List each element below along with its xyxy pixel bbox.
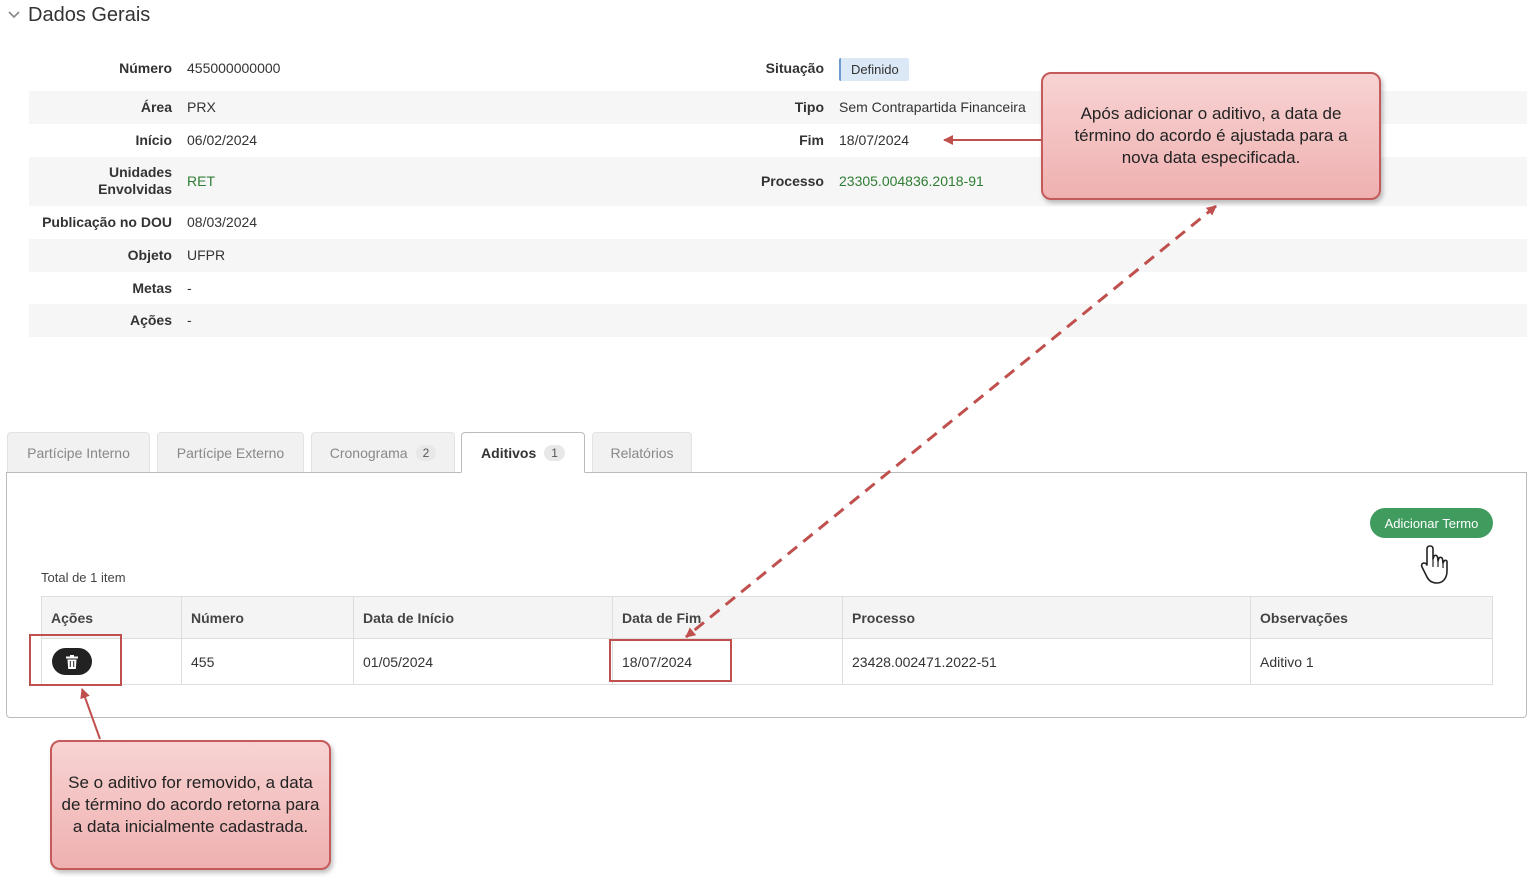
situacao-label: Situação bbox=[765, 60, 824, 76]
info-row-acoes: Ações - bbox=[29, 304, 1527, 337]
table-header-row: Ações Número Data de Início Data de Fim … bbox=[41, 596, 1493, 639]
tab-count-badge: 2 bbox=[415, 444, 437, 461]
area-value: PRX bbox=[187, 99, 216, 115]
column-header-data-fim[interactable]: Data de Fim bbox=[612, 596, 843, 639]
callout-bottom-text: Se o aditivo for removido, a data de tér… bbox=[61, 773, 320, 836]
section-title: Dados Gerais bbox=[28, 3, 151, 26]
unidades-value[interactable]: RET bbox=[187, 173, 215, 190]
column-header-observacoes[interactable]: Observações bbox=[1250, 596, 1493, 639]
acoes-label: Ações bbox=[129, 312, 172, 328]
unidades-label-line1: Unidades bbox=[108, 164, 172, 180]
fim-value: 18/07/2024 bbox=[839, 132, 910, 148]
fim-label: Fim bbox=[799, 132, 824, 148]
highlight-end-date-box bbox=[609, 639, 732, 682]
inicio-label: Início bbox=[135, 132, 172, 148]
inicio-value: 06/02/2024 bbox=[187, 132, 258, 148]
tipo-label: Tipo bbox=[794, 99, 824, 115]
tab-label: Aditivos bbox=[481, 444, 537, 461]
info-row-publicacao: Publicação no DOU 08/03/2024 bbox=[29, 206, 1527, 239]
table-row: 455 01/05/2024 18/07/2024 23428.002471.2… bbox=[41, 638, 1493, 685]
tab-label: Cronograma bbox=[329, 444, 408, 461]
row-numero: 455 bbox=[181, 638, 354, 685]
callout-top-text: Após adicionar o aditivo, a data de térm… bbox=[1074, 104, 1348, 167]
unidades-label-line2: Envolvidas bbox=[98, 181, 172, 197]
callout-bottom: Se o aditivo for removido, a data de tér… bbox=[50, 740, 331, 870]
unidades-label: Unidades Envolvidas bbox=[98, 164, 172, 198]
tab-aditivos[interactable]: Aditivos 1 bbox=[461, 432, 585, 473]
objeto-value: UFPR bbox=[187, 247, 226, 263]
total-items-text: Total de 1 item bbox=[41, 570, 126, 585]
tab-count-badge: 1 bbox=[544, 444, 565, 461]
column-header-acoes[interactable]: Ações bbox=[41, 596, 182, 639]
aditivos-table: Ações Número Data de Início Data de Fim … bbox=[41, 596, 1493, 685]
tab-label: Partícipe Externo bbox=[176, 444, 285, 461]
highlight-delete-box bbox=[29, 634, 122, 686]
numero-label: Número bbox=[119, 60, 172, 76]
area-label: Área bbox=[140, 99, 172, 115]
callout-top: Após adicionar o aditivo, a data de térm… bbox=[1041, 72, 1381, 200]
tab-cronograma[interactable]: Cronograma 2 bbox=[311, 432, 455, 472]
status-badge: Definido bbox=[839, 58, 909, 81]
aditivos-panel: Adicionar Termo Total de 1 item Ações Nú… bbox=[6, 472, 1527, 718]
numero-value: 455000000000 bbox=[187, 60, 281, 76]
acoes-value: - bbox=[187, 312, 192, 328]
info-row-objeto: Objeto UFPR bbox=[29, 239, 1527, 272]
tab-participe-externo[interactable]: Partícipe Externo bbox=[157, 432, 304, 472]
chevron-down-icon bbox=[8, 11, 20, 19]
processo-label: Processo bbox=[760, 173, 824, 189]
column-header-data-inicio[interactable]: Data de Início bbox=[353, 596, 613, 639]
column-header-processo[interactable]: Processo bbox=[842, 596, 1251, 639]
tab-label: Partícipe Interno bbox=[27, 444, 130, 461]
metas-label: Metas bbox=[132, 280, 172, 296]
metas-value: - bbox=[187, 280, 192, 296]
column-header-numero[interactable]: Número bbox=[181, 596, 354, 639]
info-row-metas: Metas - bbox=[29, 272, 1527, 304]
processo-link[interactable]: 23305.004836.2018-91 bbox=[839, 173, 984, 190]
publicacao-label: Publicação no DOU bbox=[42, 214, 172, 230]
publicacao-value: 08/03/2024 bbox=[187, 214, 258, 230]
objeto-label: Objeto bbox=[127, 247, 172, 263]
tipo-value: Sem Contrapartida Financeira bbox=[839, 99, 1026, 115]
row-data-inicio: 01/05/2024 bbox=[353, 638, 613, 685]
tab-label: Relatórios bbox=[610, 444, 674, 461]
tab-participe-interno[interactable]: Partícipe Interno bbox=[7, 432, 150, 472]
section-header[interactable]: Dados Gerais bbox=[6, 1, 150, 29]
tab-relatorios[interactable]: Relatórios bbox=[592, 432, 692, 472]
row-processo-link[interactable]: 23428.002471.2022-51 bbox=[842, 638, 1251, 685]
add-term-button[interactable]: Adicionar Termo bbox=[1370, 508, 1493, 538]
row-observacoes: Aditivo 1 bbox=[1250, 638, 1493, 685]
